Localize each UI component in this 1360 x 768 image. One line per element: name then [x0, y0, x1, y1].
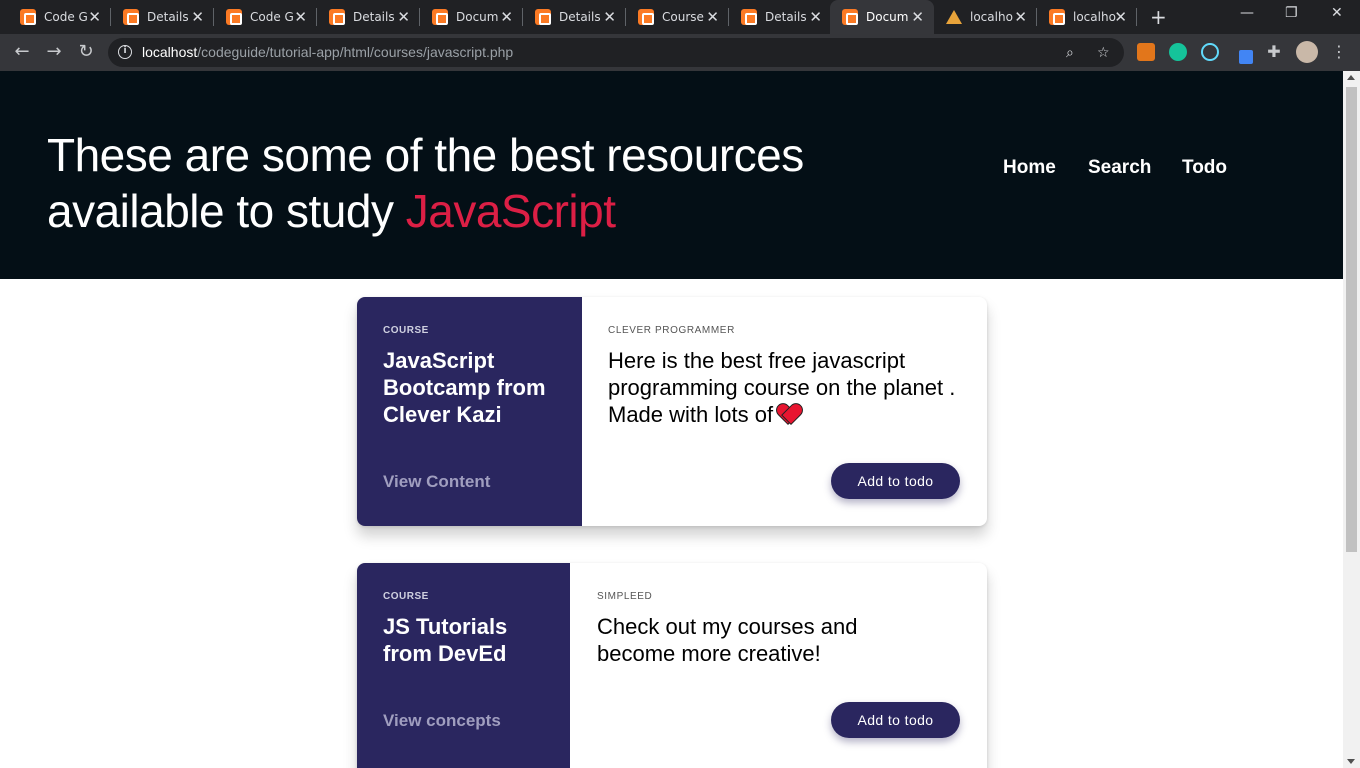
xampp-icon	[741, 9, 757, 25]
nav-todo[interactable]: Todo	[1182, 157, 1227, 179]
browser-tab[interactable]: Course ✕	[626, 0, 729, 34]
card-description: Check out my courses and become more cre…	[597, 614, 858, 666]
heart-icon	[777, 404, 799, 424]
scroll-down-icon[interactable]	[1347, 759, 1355, 764]
tab-title: Code G	[250, 10, 294, 24]
close-icon[interactable]: ✕	[88, 9, 101, 25]
react-devtools-extension-icon[interactable]	[1201, 43, 1219, 61]
close-icon[interactable]: ✕	[294, 9, 307, 25]
scrollbar-thumb[interactable]	[1346, 87, 1357, 552]
site-info-icon[interactable]: i	[118, 45, 132, 59]
xampp-icon	[20, 9, 36, 25]
xampp-icon	[329, 9, 345, 25]
card-author: CLEVER PROGRAMMER	[608, 325, 735, 336]
card-label: COURSE	[383, 591, 429, 602]
grammarly-extension-icon[interactable]	[1169, 43, 1187, 61]
forward-icon[interactable]: →	[43, 41, 65, 63]
xampp-icon	[842, 9, 858, 25]
close-icon[interactable]: ✕	[397, 9, 410, 25]
view-concepts-link[interactable]: View concepts	[383, 711, 501, 731]
new-tab-icon[interactable]: +	[1150, 5, 1167, 29]
tab-title: Course	[662, 10, 704, 24]
browser-tab[interactable]: Details ✕	[523, 0, 626, 34]
card-author: SIMPLEED	[597, 591, 653, 602]
xampp-icon	[1049, 9, 1065, 25]
card-title: JS Tutorials from DevEd	[383, 614, 508, 666]
metamask-extension-icon[interactable]	[1137, 43, 1155, 61]
course-card: COURSE JavaScript Bootcamp from Clever K…	[357, 297, 987, 526]
tab-separator	[1136, 8, 1137, 26]
browser-tab[interactable]: Docum ✕	[420, 0, 523, 34]
course-card: COURSE JS Tutorials from DevEd View conc…	[357, 563, 987, 768]
add-to-todo-button[interactable]: Add to todo	[831, 702, 960, 738]
tab-title: Docum	[866, 10, 909, 24]
zoom-icon[interactable]: ⌕	[1066, 45, 1074, 61]
tab-title: Details	[353, 10, 395, 24]
card-side-panel: COURSE JS Tutorials from DevEd View conc…	[357, 563, 570, 768]
view-content-link[interactable]: View Content	[383, 472, 490, 492]
tab-title: Code G	[44, 10, 88, 24]
tab-title: Details	[765, 10, 807, 24]
menu-kebab-icon[interactable]: ⋮	[1328, 41, 1350, 63]
browser-tab-active[interactable]: Docum ✕	[830, 0, 934, 34]
card-title: JavaScript Bootcamp from Clever Kazi	[383, 348, 546, 427]
heading-line-1: These are some of the best resources	[47, 129, 804, 181]
back-icon[interactable]: ←	[11, 41, 33, 63]
nav-home[interactable]: Home	[1003, 157, 1056, 179]
close-icon[interactable]: ✕	[1114, 9, 1127, 25]
close-icon[interactable]: ✕	[603, 9, 616, 25]
card-description: Here is the best free javascript program…	[608, 347, 958, 428]
tab-title: localho	[970, 10, 1013, 24]
browser-tab[interactable]: Details ✕	[111, 0, 214, 34]
browser-tab[interactable]: Code G ✕	[214, 0, 317, 34]
url-path: /codeguide/tutorial-app/html/courses/jav…	[197, 44, 514, 60]
tab-title: Details	[559, 10, 601, 24]
hero-header: These are some of the best resources avai…	[0, 71, 1343, 279]
heading-line-2: available to study	[47, 185, 406, 237]
xampp-icon	[123, 9, 139, 25]
xampp-icon	[638, 9, 654, 25]
close-icon[interactable]: ✕	[500, 9, 513, 25]
url-text: localhost/codeguide/tutorial-app/html/co…	[142, 44, 513, 60]
heading-accent: JavaScript	[405, 185, 616, 237]
browser-toolbar: ← → ↻ i localhost/codeguide/tutorial-app…	[0, 34, 1360, 71]
browser-tab[interactable]: localho ✕	[934, 0, 1037, 34]
address-bar[interactable]: i localhost/codeguide/tutorial-app/html/…	[108, 38, 1124, 67]
page-content: These are some of the best resources avai…	[0, 71, 1343, 768]
restore-icon[interactable]: ❐	[1285, 5, 1298, 21]
reload-icon[interactable]: ↻	[75, 41, 97, 63]
xampp-icon	[226, 9, 242, 25]
close-icon[interactable]: ✕	[911, 9, 924, 25]
tab-title: Details	[147, 10, 189, 24]
page-scrollbar[interactable]	[1343, 71, 1360, 768]
profile-avatar[interactable]	[1296, 41, 1318, 63]
xampp-icon	[535, 9, 551, 25]
browser-tab[interactable]: localho ✕	[1037, 0, 1137, 34]
close-icon[interactable]: ✕	[1014, 9, 1027, 25]
add-to-todo-button[interactable]: Add to todo	[831, 463, 960, 499]
browser-tab[interactable]: Details ✕	[317, 0, 420, 34]
browser-tab[interactable]: Code G ✕	[8, 0, 111, 34]
tab-title: Docum	[456, 10, 499, 24]
page-title: These are some of the best resources avai…	[47, 127, 927, 239]
minimize-icon[interactable]: —	[1240, 5, 1254, 21]
url-host: localhost	[142, 44, 198, 60]
card-side-panel: COURSE JavaScript Bootcamp from Clever K…	[357, 297, 582, 526]
browser-tab[interactable]: Details ✕	[729, 0, 832, 34]
scroll-up-icon[interactable]	[1347, 75, 1355, 80]
phpmyadmin-icon	[946, 9, 962, 25]
extensions-puzzle-icon[interactable]: ✚	[1263, 41, 1285, 63]
nav-search[interactable]: Search	[1088, 157, 1151, 179]
window-close-icon[interactable]: ✕	[1331, 5, 1343, 21]
tab-strip: Code G ✕ Details ✕ Code G ✕ Details ✕ Do…	[0, 0, 1360, 34]
close-icon[interactable]: ✕	[809, 9, 822, 25]
close-icon[interactable]: ✕	[706, 9, 719, 25]
card-label: COURSE	[383, 325, 429, 336]
tab-title: localho	[1073, 10, 1116, 24]
extension-icon[interactable]	[1239, 50, 1253, 64]
xampp-icon	[432, 9, 448, 25]
close-icon[interactable]: ✕	[191, 9, 204, 25]
bookmark-star-icon[interactable]: ☆	[1097, 45, 1110, 61]
